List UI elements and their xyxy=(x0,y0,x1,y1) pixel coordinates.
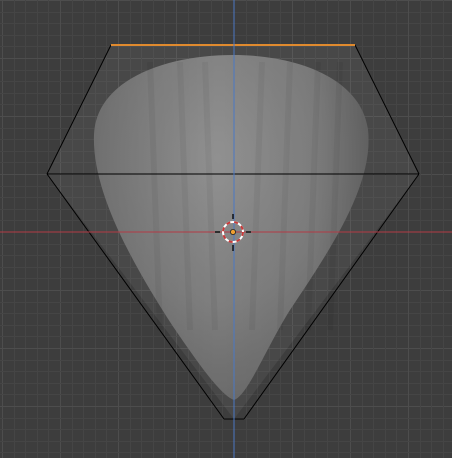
3d-viewport[interactable] xyxy=(0,0,452,458)
viewport-canvas[interactable] xyxy=(0,0,452,458)
object-origin-icon[interactable] xyxy=(229,228,236,235)
